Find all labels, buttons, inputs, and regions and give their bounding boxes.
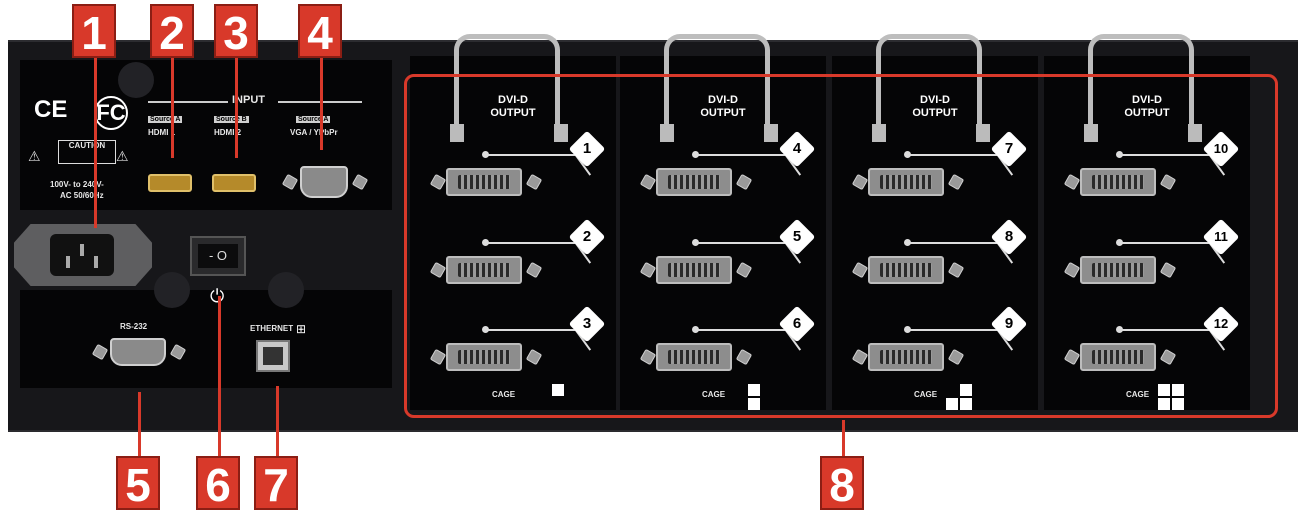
- mount-hole: [118, 62, 154, 98]
- callout-1: 1: [72, 4, 116, 59]
- callout-2: 2: [150, 4, 194, 59]
- callout-leader: [276, 386, 279, 464]
- hdmi-2-port[interactable]: [212, 174, 256, 192]
- source-tag: Source B: [214, 116, 249, 123]
- power-switch[interactable]: - O: [190, 236, 246, 276]
- callout-4: 4: [298, 4, 342, 59]
- input-rule-left: [148, 101, 228, 103]
- ethernet-label: ETHERNET: [250, 324, 294, 333]
- callout-leader: [94, 58, 97, 228]
- ethernet-port[interactable]: [256, 340, 290, 372]
- source-tag: Source A: [296, 116, 331, 123]
- warning-icon: ⚠: [116, 148, 129, 164]
- frequency-label: AC 50/60Hz: [60, 191, 104, 200]
- ethernet-jack: [263, 347, 283, 365]
- switch-rocker: - O: [198, 244, 238, 268]
- callout-6: 6: [196, 456, 240, 511]
- mount-hole: [154, 272, 190, 308]
- caution-box: CAUTION: [58, 140, 116, 164]
- rs232-label: RS-232: [120, 322, 148, 331]
- hdmi-1-port[interactable]: [148, 174, 192, 192]
- fc-mark: FC: [94, 96, 128, 130]
- callout-leader: [138, 392, 141, 464]
- caution-label: CAUTION: [68, 141, 106, 150]
- callout-leader: [235, 58, 238, 158]
- callout-7: 7: [254, 456, 298, 511]
- pin: [94, 256, 98, 268]
- vga-port[interactable]: [300, 166, 348, 198]
- warning-icon: ⚠: [28, 148, 41, 164]
- mount-hole: [268, 272, 304, 308]
- callout-3: 3: [214, 4, 258, 59]
- callout-5: 5: [116, 456, 160, 511]
- callout-leader: [218, 296, 221, 464]
- pin: [80, 244, 84, 256]
- pin: [66, 256, 70, 268]
- vga-label: VGA / YPbPr: [290, 128, 338, 137]
- source-tag: Source A: [148, 116, 183, 123]
- callout-leader: [171, 58, 174, 158]
- rs232-port[interactable]: [110, 338, 166, 366]
- output-cages-highlight: [404, 74, 1278, 418]
- network-icon: ⊞: [296, 322, 307, 336]
- control-plate: [20, 290, 392, 388]
- callout-leader: [320, 58, 323, 150]
- ce-mark: CE: [34, 96, 68, 123]
- callout-8: 8: [820, 456, 864, 511]
